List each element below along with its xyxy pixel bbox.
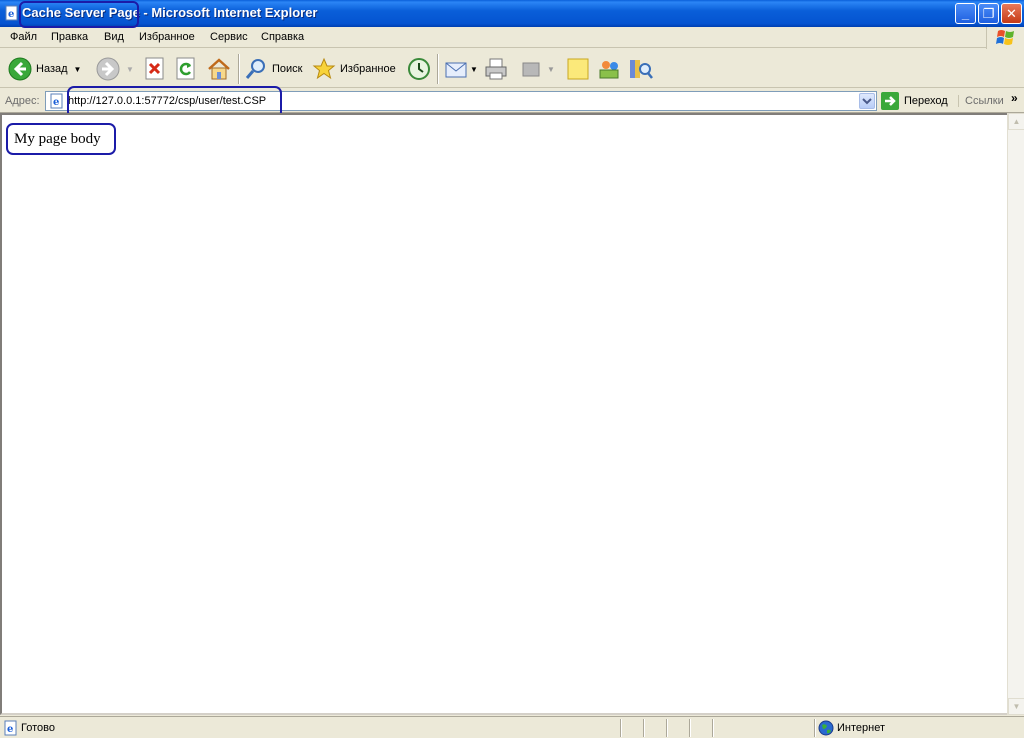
address-dropdown-button[interactable]: [859, 93, 875, 109]
status-divider: [643, 719, 645, 737]
ie-page-icon: e: [5, 5, 18, 21]
standard-toolbar: Назад ▼ ▼ Поиск Избранное ▼ ▼: [0, 49, 1024, 88]
go-button-label: Переход: [904, 95, 948, 107]
home-icon: [208, 58, 230, 80]
status-divider: [666, 719, 668, 737]
back-arrow-icon: [8, 57, 32, 81]
title-annotation-highlight: [19, 1, 139, 28]
forward-button[interactable]: ▼: [96, 55, 134, 83]
vertical-scrollbar[interactable]: ▲ ▼: [1007, 113, 1024, 715]
messenger-button[interactable]: [597, 55, 623, 83]
svg-text:e: e: [53, 97, 59, 108]
go-arrow-icon: [881, 92, 899, 110]
menu-help[interactable]: Справка: [261, 31, 304, 43]
svg-text:e: e: [8, 9, 14, 20]
mail-button[interactable]: ▼: [444, 55, 478, 83]
favorites-star-icon: [312, 57, 336, 80]
mail-envelope-icon: [445, 62, 467, 78]
window-title-app: - Microsoft Internet Explorer: [139, 5, 318, 20]
toolbar-separator: [238, 54, 240, 84]
scroll-up-button[interactable]: ▲: [1008, 113, 1024, 130]
status-divider: [620, 719, 622, 737]
maximize-button[interactable]: ❐: [978, 3, 999, 24]
forward-dropdown-icon[interactable]: ▼: [126, 65, 134, 74]
scroll-down-button[interactable]: ▼: [1008, 698, 1024, 715]
status-bar: e Готово Интернет: [0, 716, 1024, 738]
menu-edit[interactable]: Правка: [51, 31, 88, 43]
status-divider: [689, 719, 691, 737]
menu-view[interactable]: Вид: [104, 31, 124, 43]
print-button[interactable]: [483, 55, 509, 83]
windows-logo: [986, 27, 1024, 49]
ie-page-icon: e: [50, 93, 63, 109]
mail-dropdown-icon[interactable]: ▼: [470, 65, 478, 74]
menu-bar: Файл Правка Вид Избранное Сервис Справка: [0, 27, 1024, 48]
title-bar[interactable]: e Cache Server Page - Microsoft Internet…: [0, 0, 1024, 27]
chevron-down-icon: [862, 98, 872, 105]
status-divider: [712, 719, 714, 737]
printer-icon: [485, 58, 507, 80]
history-button[interactable]: [406, 55, 432, 83]
search-button[interactable]: Поиск: [244, 55, 302, 83]
ie-page-icon: e: [4, 720, 17, 736]
research-button[interactable]: [628, 55, 654, 83]
favorites-button[interactable]: Избранное: [312, 55, 396, 83]
go-button[interactable]: Переход: [881, 92, 948, 110]
search-button-label: Поиск: [272, 63, 303, 75]
back-button[interactable]: Назад ▼: [8, 55, 81, 83]
refresh-button[interactable]: [175, 55, 197, 83]
internet-globe-icon: [818, 720, 834, 736]
edit-dropdown-icon[interactable]: ▼: [547, 65, 555, 74]
menu-favorites[interactable]: Избранное: [139, 31, 195, 43]
browser-window: e Cache Server Page - Microsoft Internet…: [0, 0, 1024, 738]
close-button[interactable]: ✕: [1001, 3, 1022, 24]
edit-page-icon: [522, 62, 540, 77]
research-books-icon: [630, 60, 653, 79]
forward-arrow-icon: [96, 57, 120, 81]
back-dropdown-icon[interactable]: ▼: [74, 65, 82, 74]
status-divider: [814, 719, 816, 737]
windows-flag-icon: [996, 30, 1014, 45]
minimize-button[interactable]: _: [955, 3, 976, 24]
address-label: Адрес:: [5, 95, 40, 107]
favorites-button-label: Избранное: [340, 63, 396, 75]
links-label[interactable]: Ссылки: [958, 95, 1004, 107]
back-button-label: Назад: [36, 63, 68, 75]
status-text: Готово: [21, 722, 55, 734]
sticky-note-icon: [567, 58, 589, 80]
menu-tools[interactable]: Сервис: [210, 31, 248, 43]
edit-button[interactable]: ▼: [521, 55, 555, 83]
refresh-icon: [176, 57, 195, 80]
messenger-people-icon: [599, 61, 619, 79]
menu-file[interactable]: Файл: [10, 31, 37, 43]
history-clock-icon: [408, 58, 430, 80]
page-content: My page body: [0, 113, 1007, 715]
body-annotation-highlight: [6, 123, 116, 155]
links-chevron-icon[interactable]: »: [1011, 91, 1018, 105]
stop-icon: [145, 57, 164, 80]
home-button[interactable]: [206, 55, 232, 83]
stop-button[interactable]: [144, 55, 166, 83]
security-zone-text: Интернет: [837, 722, 885, 734]
search-icon: [245, 59, 265, 79]
discuss-button[interactable]: [566, 55, 590, 83]
svg-text:e: e: [7, 724, 13, 735]
toolbar-separator: [437, 54, 439, 84]
